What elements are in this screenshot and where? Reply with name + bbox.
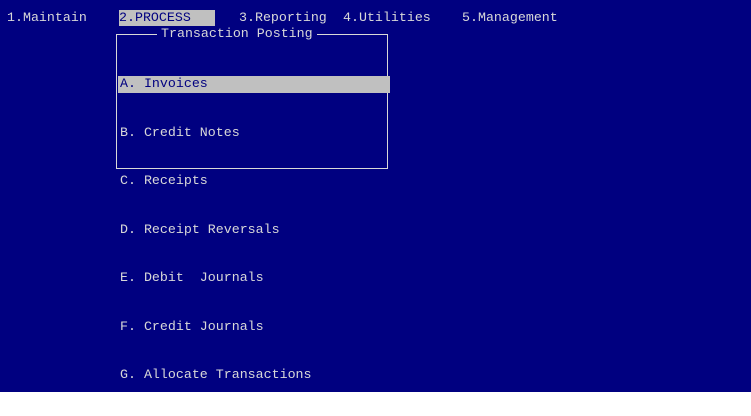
- menu-option-credit-journals[interactable]: F. Credit Journals: [117, 319, 387, 336]
- menu-bar: 1.Maintain 2.PROCESS 3.Reporting 4.Utili…: [7, 10, 558, 26]
- menu-option-allocate-transactions[interactable]: G. Allocate Transactions: [117, 367, 387, 384]
- menu-maintain[interactable]: 1.Maintain: [7, 10, 87, 26]
- menu-utilities[interactable]: 4.Utilities: [343, 10, 431, 26]
- menu-process[interactable]: 2.PROCESS: [119, 10, 215, 26]
- menu-option-invoices[interactable]: A. Invoices: [118, 76, 390, 93]
- menu-reporting[interactable]: 3.Reporting: [239, 10, 327, 26]
- menu-option-receipts[interactable]: C. Receipts: [117, 173, 387, 190]
- menu-management[interactable]: 5.Management: [462, 10, 558, 26]
- menu-option-receipt-reversals[interactable]: D. Receipt Reversals: [117, 222, 387, 239]
- menu-option-credit-notes[interactable]: B. Credit Notes: [117, 125, 387, 142]
- terminal-screen: 1.Maintain 2.PROCESS 3.Reporting 4.Utili…: [0, 0, 751, 392]
- transaction-posting-popup: Transaction Posting A. Invoices B. Credi…: [116, 26, 390, 382]
- popup-title: Transaction Posting: [157, 26, 317, 42]
- menu-option-debit-journals[interactable]: E. Debit Journals: [117, 270, 387, 287]
- popup-menu-list: A. Invoices B. Credit Notes C. Receipts …: [117, 44, 390, 416]
